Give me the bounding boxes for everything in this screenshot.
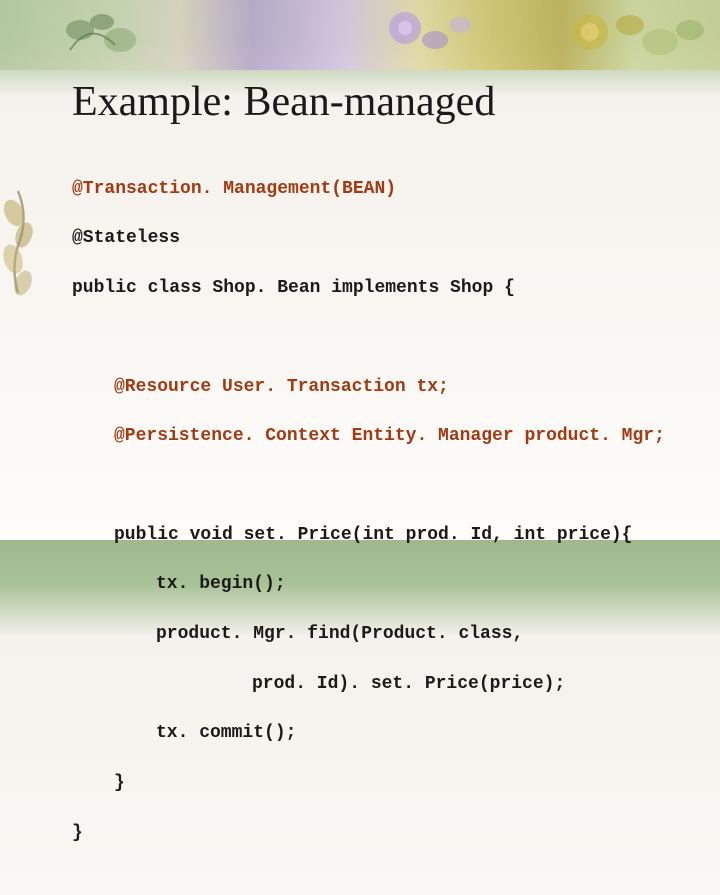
leaf-sidebar-accent: [0, 185, 38, 425]
code-line: prod. Id). set. Price(price);: [72, 672, 690, 697]
decorative-banner: [0, 0, 720, 70]
code-line: }: [72, 771, 690, 796]
code-line: @Resource User. Transaction tx;: [72, 375, 690, 400]
code-line: tx. begin();: [72, 572, 690, 597]
slide-content: Example: Bean-managed @Transaction. Mana…: [72, 78, 690, 895]
slide-title: Example: Bean-managed: [72, 78, 690, 126]
code-line: public class Shop. Bean implements Shop …: [72, 276, 690, 301]
code-line: product. Mgr. find(Product. class,: [72, 622, 690, 647]
code-line: public void set. Price(int prod. Id, int…: [72, 523, 690, 548]
code-line: tx. commit();: [72, 721, 690, 746]
code-line: @Persistence. Context Entity. Manager pr…: [72, 424, 690, 449]
code-block: @Transaction. Management(BEAN) @Stateles…: [72, 152, 690, 895]
code-line: @Transaction. Management(BEAN): [72, 177, 690, 202]
code-line: @Stateless: [72, 226, 690, 251]
code-line: }: [72, 821, 690, 846]
